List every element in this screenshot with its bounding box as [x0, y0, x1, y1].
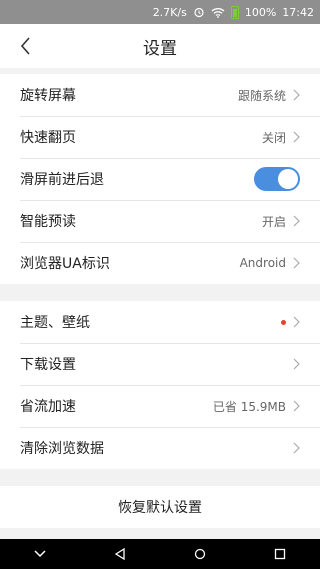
chevron-right-icon [293, 358, 300, 370]
setting-rotate-screen[interactable]: 旋转屏幕 跟随系统 [0, 74, 320, 116]
header: 设置 [0, 24, 320, 68]
setting-swipe-navigation: 滑屏前进后退 [0, 158, 320, 200]
back-arrow-icon [20, 37, 30, 55]
chevron-right-icon [293, 442, 300, 454]
chevron-right-icon [293, 400, 300, 412]
reset-defaults-button[interactable]: 恢复默认设置 [0, 486, 320, 528]
setting-label: 清除浏览数据 [20, 441, 104, 457]
setting-label: 下载设置 [20, 357, 76, 373]
toggle-knob [278, 169, 298, 189]
page-title: 设置 [143, 38, 177, 59]
chevron-right-icon [293, 257, 300, 269]
setting-data-saver[interactable]: 省流加速 已省 15.9MB [0, 385, 320, 427]
battery-percent: 100% [244, 5, 277, 19]
setting-label: 浏览器UA标识 [20, 256, 110, 272]
nav-hide-button[interactable] [25, 539, 55, 569]
network-speed: 2.7K/s [152, 5, 187, 19]
settings-group-misc: 主题、壁纸 下载设置 省流加速 已省 15.9MB 清除浏览数据 [0, 301, 320, 469]
setting-label: 旋转屏幕 [20, 88, 76, 104]
swipe-navigation-toggle[interactable] [254, 167, 300, 191]
setting-value: 关闭 [261, 130, 286, 145]
status-bar: 2.7K/s 100% 17:42 [0, 0, 320, 24]
setting-download[interactable]: 下载设置 [0, 343, 320, 385]
chevron-right-icon [293, 89, 300, 101]
clock: 17:42 [282, 5, 314, 19]
setting-user-agent[interactable]: 浏览器UA标识 Android [0, 242, 320, 284]
setting-label: 快速翻页 [20, 130, 76, 146]
setting-theme-wallpaper[interactable]: 主题、壁纸 [0, 301, 320, 343]
chevron-right-icon [293, 215, 300, 227]
setting-label: 滑屏前进后退 [20, 172, 104, 188]
square-recents-icon [274, 548, 286, 560]
settings-group-general: 旋转屏幕 跟随系统 快速翻页 关闭 滑屏前进后退 智能预读 开启 浏览器UA标识… [0, 74, 320, 284]
chevron-right-icon [293, 316, 300, 328]
setting-value: 开启 [261, 214, 286, 229]
setting-label: 主题、壁纸 [20, 315, 90, 331]
chevron-down-icon [34, 550, 46, 558]
nav-home-button[interactable] [185, 539, 215, 569]
wifi-icon [211, 7, 225, 18]
setting-label: 智能预读 [20, 214, 76, 230]
chevron-right-icon [293, 131, 300, 143]
back-button[interactable] [14, 34, 38, 58]
setting-clear-browsing-data[interactable]: 清除浏览数据 [0, 427, 320, 469]
setting-value: Android [239, 256, 286, 270]
triangle-back-icon [114, 548, 125, 560]
setting-fast-page-turn[interactable]: 快速翻页 关闭 [0, 116, 320, 158]
new-badge-dot [281, 319, 286, 325]
system-nav-bar [0, 539, 320, 569]
nav-back-button[interactable] [105, 539, 135, 569]
circle-home-icon [194, 548, 206, 560]
setting-value: 跟随系统 [237, 88, 286, 103]
setting-smart-preload[interactable]: 智能预读 开启 [0, 200, 320, 242]
setting-label: 省流加速 [20, 399, 76, 415]
battery-icon [230, 5, 239, 19]
setting-value: 已省 15.9MB [212, 399, 286, 414]
nav-recents-button[interactable] [265, 539, 295, 569]
alarm-icon [193, 6, 205, 18]
